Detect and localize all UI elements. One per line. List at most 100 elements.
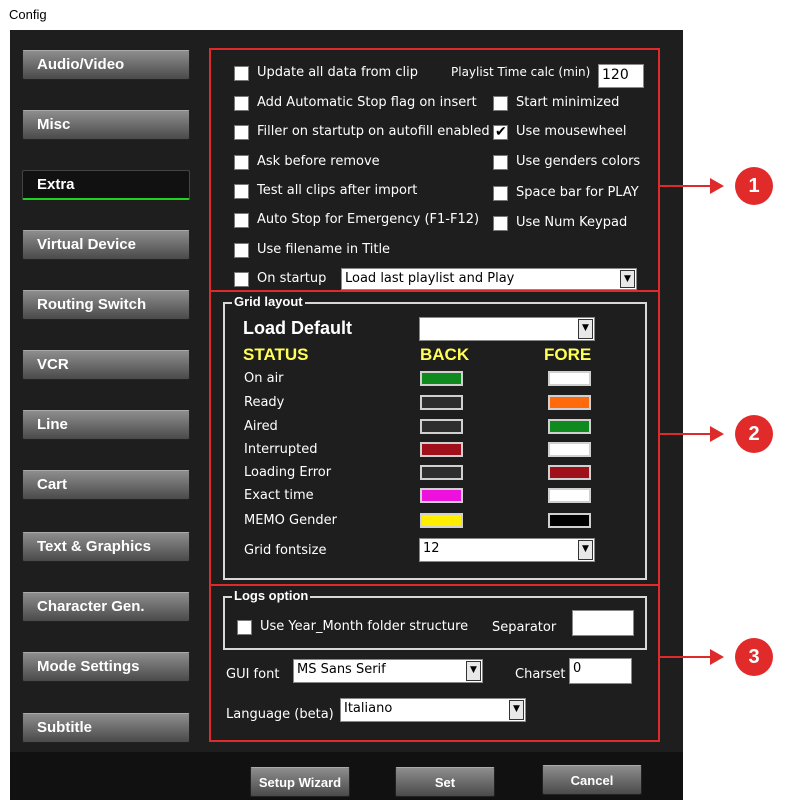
fore-color-on-air[interactable]	[548, 371, 591, 386]
gui-font-label: GUI font	[226, 667, 280, 682]
playlist-time-input[interactable]: 120	[598, 64, 644, 88]
fore-color-ready[interactable]	[548, 395, 591, 410]
nav-mode-settings[interactable]: Mode Settings	[22, 652, 190, 682]
marker-3: 3	[735, 638, 773, 676]
ask-remove-checkbox[interactable]	[234, 155, 249, 170]
window-title: Config	[9, 7, 47, 22]
gui-font-value: MS Sans Serif	[297, 662, 386, 677]
year-month-checkbox[interactable]	[237, 620, 252, 635]
back-color-ready[interactable]	[420, 395, 463, 410]
add-auto-stop-label: Add Automatic Stop flag on insert	[257, 95, 477, 110]
charset-input[interactable]: 0	[569, 658, 632, 684]
year-month-label: Use Year_Month folder structure	[260, 619, 469, 634]
fore-color-exact-time[interactable]	[548, 488, 591, 503]
fore-header: FORE	[544, 345, 592, 364]
back-color-aired[interactable]	[420, 419, 463, 434]
on-startup-label: On startup	[257, 271, 327, 286]
grid-fontsize-select[interactable]: 12 ▼	[419, 538, 595, 562]
load-default-label: Load Default	[243, 318, 353, 338]
marker-1: 1	[735, 167, 773, 205]
fore-color-memo-gender[interactable]	[548, 513, 591, 528]
ask-remove-label: Ask before remove	[257, 154, 380, 169]
chevron-down-icon[interactable]: ▼	[620, 270, 635, 288]
on-startup-select-value: Load last playlist and Play	[345, 271, 515, 286]
back-color-interrupted[interactable]	[420, 442, 463, 457]
nav-misc[interactable]: Misc	[22, 110, 190, 140]
status-header: STATUS	[243, 345, 309, 364]
auto-stop-emergency-checkbox[interactable]	[234, 213, 249, 228]
update-all-checkbox[interactable]	[234, 66, 249, 81]
arrow-right-icon	[710, 649, 724, 665]
test-clips-checkbox[interactable]	[234, 184, 249, 199]
nav-extra[interactable]: Extra	[22, 170, 190, 200]
language-value: Italiano	[344, 701, 393, 716]
arrow-right-icon	[710, 178, 724, 194]
cancel-button[interactable]: Cancel	[542, 765, 642, 795]
nav-virtual-device[interactable]: Virtual Device	[22, 230, 190, 260]
load-default-select[interactable]: ▼	[419, 317, 595, 341]
filler-label: Filler on startutp on autofill enabled	[257, 124, 490, 139]
test-clips-label: Test all clips after import	[257, 183, 418, 198]
separator-input[interactable]	[572, 610, 634, 636]
nav-audio-video[interactable]: Audio/Video	[22, 50, 190, 80]
logs-option-title: Logs option	[232, 588, 311, 603]
nav-cart[interactable]: Cart	[22, 470, 190, 500]
nav-character-gen[interactable]: Character Gen.	[22, 592, 190, 622]
back-color-loading-error[interactable]	[420, 465, 463, 480]
status-label-aired: Aired	[244, 419, 278, 434]
back-header: BACK	[420, 345, 470, 364]
use-filename-checkbox[interactable]	[234, 243, 249, 258]
separator-label: Separator	[492, 620, 557, 635]
on-startup-checkbox[interactable]	[234, 272, 249, 287]
setup-wizard-button[interactable]: Setup Wizard	[250, 767, 350, 797]
use-filename-label: Use filename in Title	[257, 242, 391, 257]
nav-text-graphics[interactable]: Text & Graphics	[22, 532, 190, 562]
fore-color-loading-error[interactable]	[548, 465, 591, 480]
nav-vcr[interactable]: VCR	[22, 350, 190, 380]
nav-routing-switch[interactable]: Routing Switch	[22, 290, 190, 320]
status-label-on-air: On air	[244, 371, 284, 386]
fore-color-interrupted[interactable]	[548, 442, 591, 457]
fore-color-aired[interactable]	[548, 419, 591, 434]
update-all-label: Update all data from clip	[257, 65, 418, 80]
connector-line-1	[660, 185, 712, 187]
chevron-down-icon[interactable]: ▼	[578, 319, 593, 339]
status-label-ready: Ready	[244, 395, 285, 410]
use-genders-checkbox[interactable]	[493, 155, 508, 170]
on-startup-select[interactable]: Load last playlist and Play ▼	[341, 268, 637, 290]
grid-fontsize-value: 12	[423, 541, 440, 556]
charset-label: Charset	[515, 667, 566, 682]
status-label-loading-error: Loading Error	[244, 465, 332, 480]
nav-line[interactable]: Line	[22, 410, 190, 440]
start-minimized-label: Start minimized	[516, 95, 620, 110]
auto-stop-emergency-label: Auto Stop for Emergency (F1-F12)	[257, 212, 480, 227]
nav-subtitle[interactable]: Subtitle	[22, 713, 190, 743]
use-mousewheel-label: Use mousewheel	[516, 124, 627, 139]
use-genders-label: Use genders colors	[516, 154, 641, 169]
connector-line-2	[660, 433, 712, 435]
add-auto-stop-checkbox[interactable]	[234, 96, 249, 111]
back-color-memo-gender[interactable]	[420, 513, 463, 528]
chevron-down-icon[interactable]: ▼	[578, 540, 593, 560]
start-minimized-checkbox[interactable]	[493, 96, 508, 111]
status-label-interrupted: Interrupted	[244, 442, 318, 457]
language-select[interactable]: Italiano ▼	[340, 698, 526, 722]
grid-fontsize-label: Grid fontsize	[244, 543, 327, 558]
back-color-exact-time[interactable]	[420, 488, 463, 503]
space-bar-checkbox[interactable]	[493, 186, 508, 201]
set-button[interactable]: Set	[395, 767, 495, 797]
use-num-keypad-label: Use Num Keypad	[516, 215, 628, 230]
grid-layout-title: Grid layout	[232, 294, 305, 309]
marker-2: 2	[735, 415, 773, 453]
chevron-down-icon[interactable]: ▼	[466, 661, 481, 681]
chevron-down-icon[interactable]: ▼	[509, 700, 524, 720]
back-color-on-air[interactable]	[420, 371, 463, 386]
playlist-time-label: Playlist Time calc (min)	[451, 65, 591, 79]
connector-line-3	[660, 656, 712, 658]
language-label: Language (beta)	[226, 707, 334, 722]
use-mousewheel-checkbox[interactable]	[493, 123, 508, 140]
filler-checkbox[interactable]	[234, 125, 249, 140]
use-num-keypad-checkbox[interactable]	[493, 216, 508, 231]
gui-font-select[interactable]: MS Sans Serif ▼	[293, 659, 483, 683]
status-label-memo-gender: MEMO Gender	[244, 513, 337, 528]
